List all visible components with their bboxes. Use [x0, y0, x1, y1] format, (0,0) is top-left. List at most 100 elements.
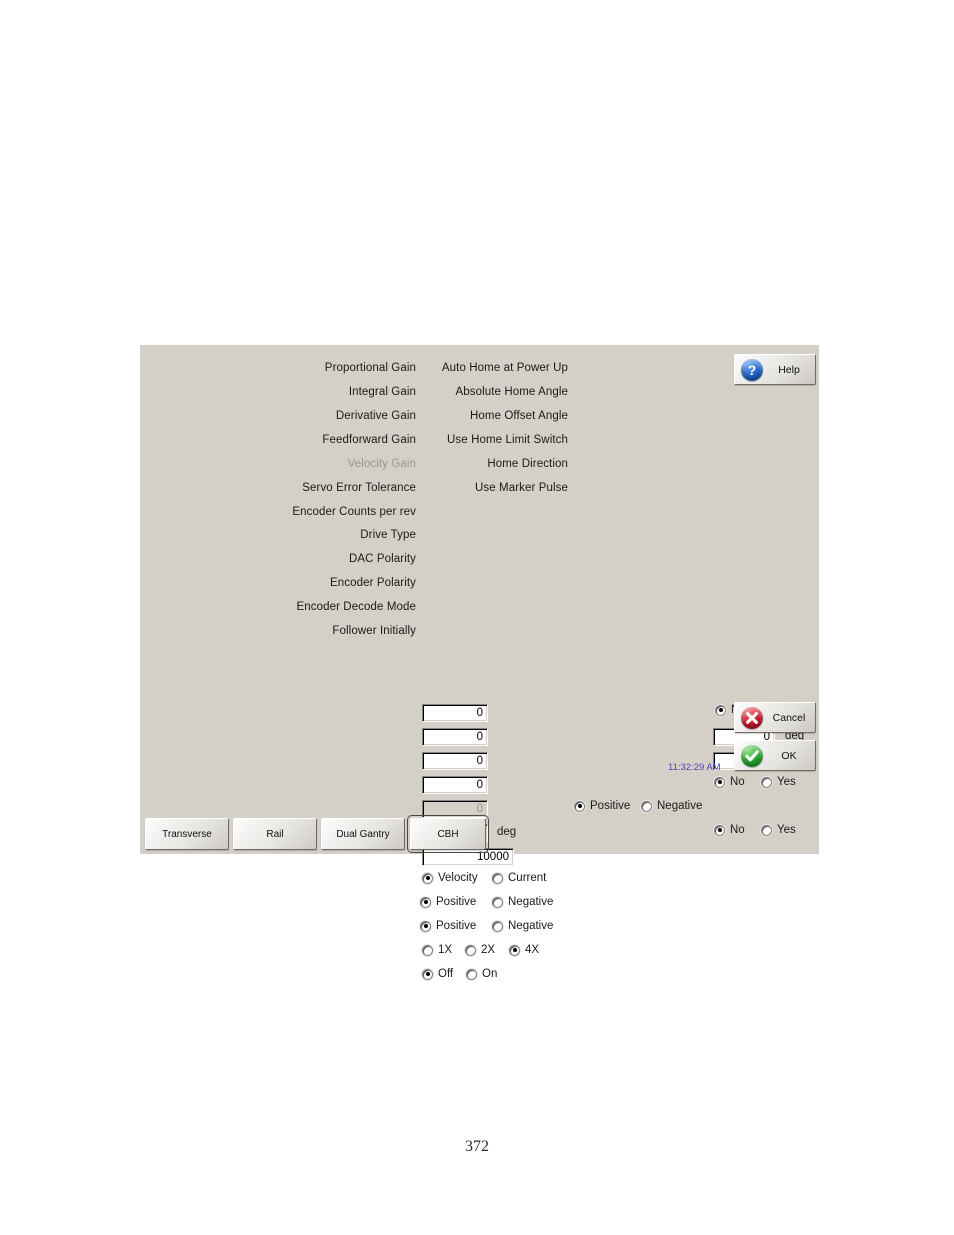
use-home-limit-switch-option-yes[interactable]: Yes: [761, 776, 796, 788]
radio-dot-icon: [422, 944, 433, 956]
dac-polarity-option-negative[interactable]: Negative: [492, 896, 553, 908]
radio-dot-icon: [715, 704, 726, 716]
field-row-feedforward-gain: Feedforward Gain: [140, 431, 416, 449]
encoder-decode-mode-option-1x[interactable]: 1X: [422, 944, 461, 956]
home-direction-option-positive-label: Positive: [590, 800, 631, 812]
home-direction-option-positive[interactable]: Positive: [574, 800, 637, 812]
field-row-derivative-gain: Derivative Gain: [140, 407, 416, 425]
encoder-counts-per-rev-label: Encoder Counts per rev: [292, 506, 416, 518]
home-direction-option-negative[interactable]: Negative: [641, 800, 702, 812]
radio-dot-icon: [761, 776, 772, 788]
radio-row-drive-type-label: Drive Type: [140, 526, 416, 544]
radio-dot-icon: [574, 800, 585, 812]
use-marker-pulse-option-no[interactable]: No: [714, 824, 757, 836]
follower-initially-option-on[interactable]: On: [466, 968, 497, 980]
follower-initially-option-on-label: On: [482, 968, 498, 980]
drive-type-option-velocity[interactable]: Velocity: [422, 872, 488, 884]
proportional-gain-label: Proportional Gain: [324, 362, 416, 374]
encoder-decode-mode-option-4x[interactable]: 4X: [509, 944, 539, 956]
encoder-polarity-option-positive-label: Positive: [436, 920, 477, 932]
encoder-polarity-option-negative-label: Negative: [508, 920, 554, 932]
use-home-limit-switch-option-no[interactable]: No: [714, 776, 757, 788]
svg-text:?: ?: [748, 362, 757, 378]
radio-dot-icon: [420, 896, 431, 908]
tab-cbh[interactable]: CBH: [407, 815, 489, 853]
tab-cbh-label: CBH: [437, 828, 459, 840]
encoder-decode-mode-option-2x[interactable]: 2X: [465, 944, 505, 956]
radio-row-encoder-polarity-label: Encoder Polarity: [140, 574, 416, 592]
help-button[interactable]: ? Help: [734, 354, 816, 385]
field-row-integral-gain: Integral Gain: [140, 383, 416, 401]
derivative-gain-label: Derivative Gain: [335, 410, 416, 422]
encoder-counts-per-rev-input[interactable]: 10000: [422, 848, 514, 866]
follower-initially-option-off[interactable]: Off: [422, 968, 462, 980]
encoder-decode-mode-option-2x-label: 2X: [481, 944, 496, 956]
absolute-home-angle-label: Absolute Home Angle: [455, 386, 568, 398]
use-home-limit-switch-radio-group: No Yes: [714, 776, 800, 788]
use-home-limit-switch-option-yes-label: Yes: [777, 776, 796, 788]
drive-type-radio-group: Velocity Current: [422, 872, 550, 884]
use-home-limit-switch-option-no-label: No: [730, 776, 745, 788]
encoder-decode-mode-option-1x-label: 1X: [438, 944, 453, 956]
servo-error-tolerance-unit: deg: [497, 826, 517, 838]
drive-type-label: Drive Type: [360, 529, 416, 541]
use-marker-pulse-option-yes[interactable]: Yes: [761, 824, 796, 836]
help-question-icon: ?: [741, 358, 763, 381]
home-direction-label: Home Direction: [487, 458, 568, 470]
tab-dual-gantry-label: Dual Gantry: [336, 828, 390, 840]
help-button-label: Help: [778, 363, 800, 376]
drive-type-option-current-label: Current: [508, 872, 547, 884]
field-row-home-offset-angle: Home Offset Angle: [430, 407, 568, 425]
tab-dual-gantry[interactable]: Dual Gantry: [321, 818, 405, 850]
encoder-decode-mode-option-4x-label: 4X: [525, 944, 540, 956]
field-row-absolute-home-angle: Absolute Home Angle: [430, 383, 568, 401]
field-row-encoder-counts-per-rev: Encoder Counts per rev: [140, 503, 416, 521]
cancel-button[interactable]: Cancel: [734, 702, 816, 733]
ok-button[interactable]: OK: [734, 740, 816, 771]
radio-row-follower-initially-label: Follower Initially: [140, 622, 416, 640]
follower-initially-radio-group: Off On: [422, 968, 501, 980]
dac-polarity-option-negative-label: Negative: [508, 896, 554, 908]
radio-dot-icon: [509, 944, 520, 956]
velocity-gain-input: 0: [422, 800, 488, 818]
radio-dot-icon: [466, 968, 477, 980]
radio-dot-icon: [761, 824, 772, 836]
proportional-gain-input[interactable]: 0: [422, 704, 488, 722]
tab-transverse[interactable]: Transverse: [145, 818, 229, 850]
cancel-button-label: Cancel: [772, 711, 806, 724]
tab-rail[interactable]: Rail: [233, 818, 317, 850]
radio-dot-icon: [492, 872, 503, 884]
home-offset-angle-label: Home Offset Angle: [469, 410, 568, 422]
encoder-polarity-radio-group: Positive Negative: [420, 920, 557, 932]
servo-configuration-panel: Proportional Gain 0 Integral Gain 0 Deri…: [140, 345, 819, 980]
field-row-velocity-gain: Velocity Gain: [140, 455, 416, 473]
encoder-decode-mode-radio-group: 1X 2X 4X: [422, 944, 543, 956]
encoder-decode-mode-label: Encoder Decode Mode: [296, 601, 416, 613]
drive-type-option-current[interactable]: Current: [492, 872, 546, 884]
radio-dot-icon: [714, 776, 725, 788]
home-direction-option-negative-label: Negative: [657, 800, 703, 812]
tab-transverse-label: Transverse: [162, 828, 212, 840]
use-marker-pulse-label: Use Marker Pulse: [475, 482, 568, 494]
servo-error-tolerance-label: Servo Error Tolerance: [302, 482, 416, 494]
radio-dot-icon: [492, 896, 503, 908]
integral-gain-input[interactable]: 0: [422, 728, 488, 746]
dac-polarity-option-positive[interactable]: Positive: [420, 896, 488, 908]
encoder-polarity-option-negative[interactable]: Negative: [492, 920, 553, 932]
radio-dot-icon: [714, 824, 725, 836]
ok-check-icon: [741, 744, 763, 767]
feedforward-gain-input[interactable]: 0: [422, 776, 488, 794]
feedforward-gain-label: Feedforward Gain: [322, 434, 416, 446]
cancel-x-icon: [741, 706, 763, 729]
encoder-polarity-option-positive[interactable]: Positive: [420, 920, 488, 932]
encoder-polarity-label: Encoder Polarity: [330, 577, 416, 589]
use-marker-pulse-option-no-label: No: [730, 824, 745, 836]
derivative-gain-input[interactable]: 0: [422, 752, 488, 770]
status-timestamp: 11:32:29 AM: [668, 762, 721, 773]
radio-row-home-direction-label: Home Direction: [430, 455, 568, 473]
dac-polarity-radio-group: Positive Negative: [420, 896, 557, 908]
page-number: 372: [465, 1138, 489, 1155]
radio-row-use-home-limit-switch-label: Use Home Limit Switch: [430, 431, 568, 449]
radio-dot-icon: [641, 800, 652, 812]
use-home-limit-switch-label: Use Home Limit Switch: [447, 434, 568, 446]
